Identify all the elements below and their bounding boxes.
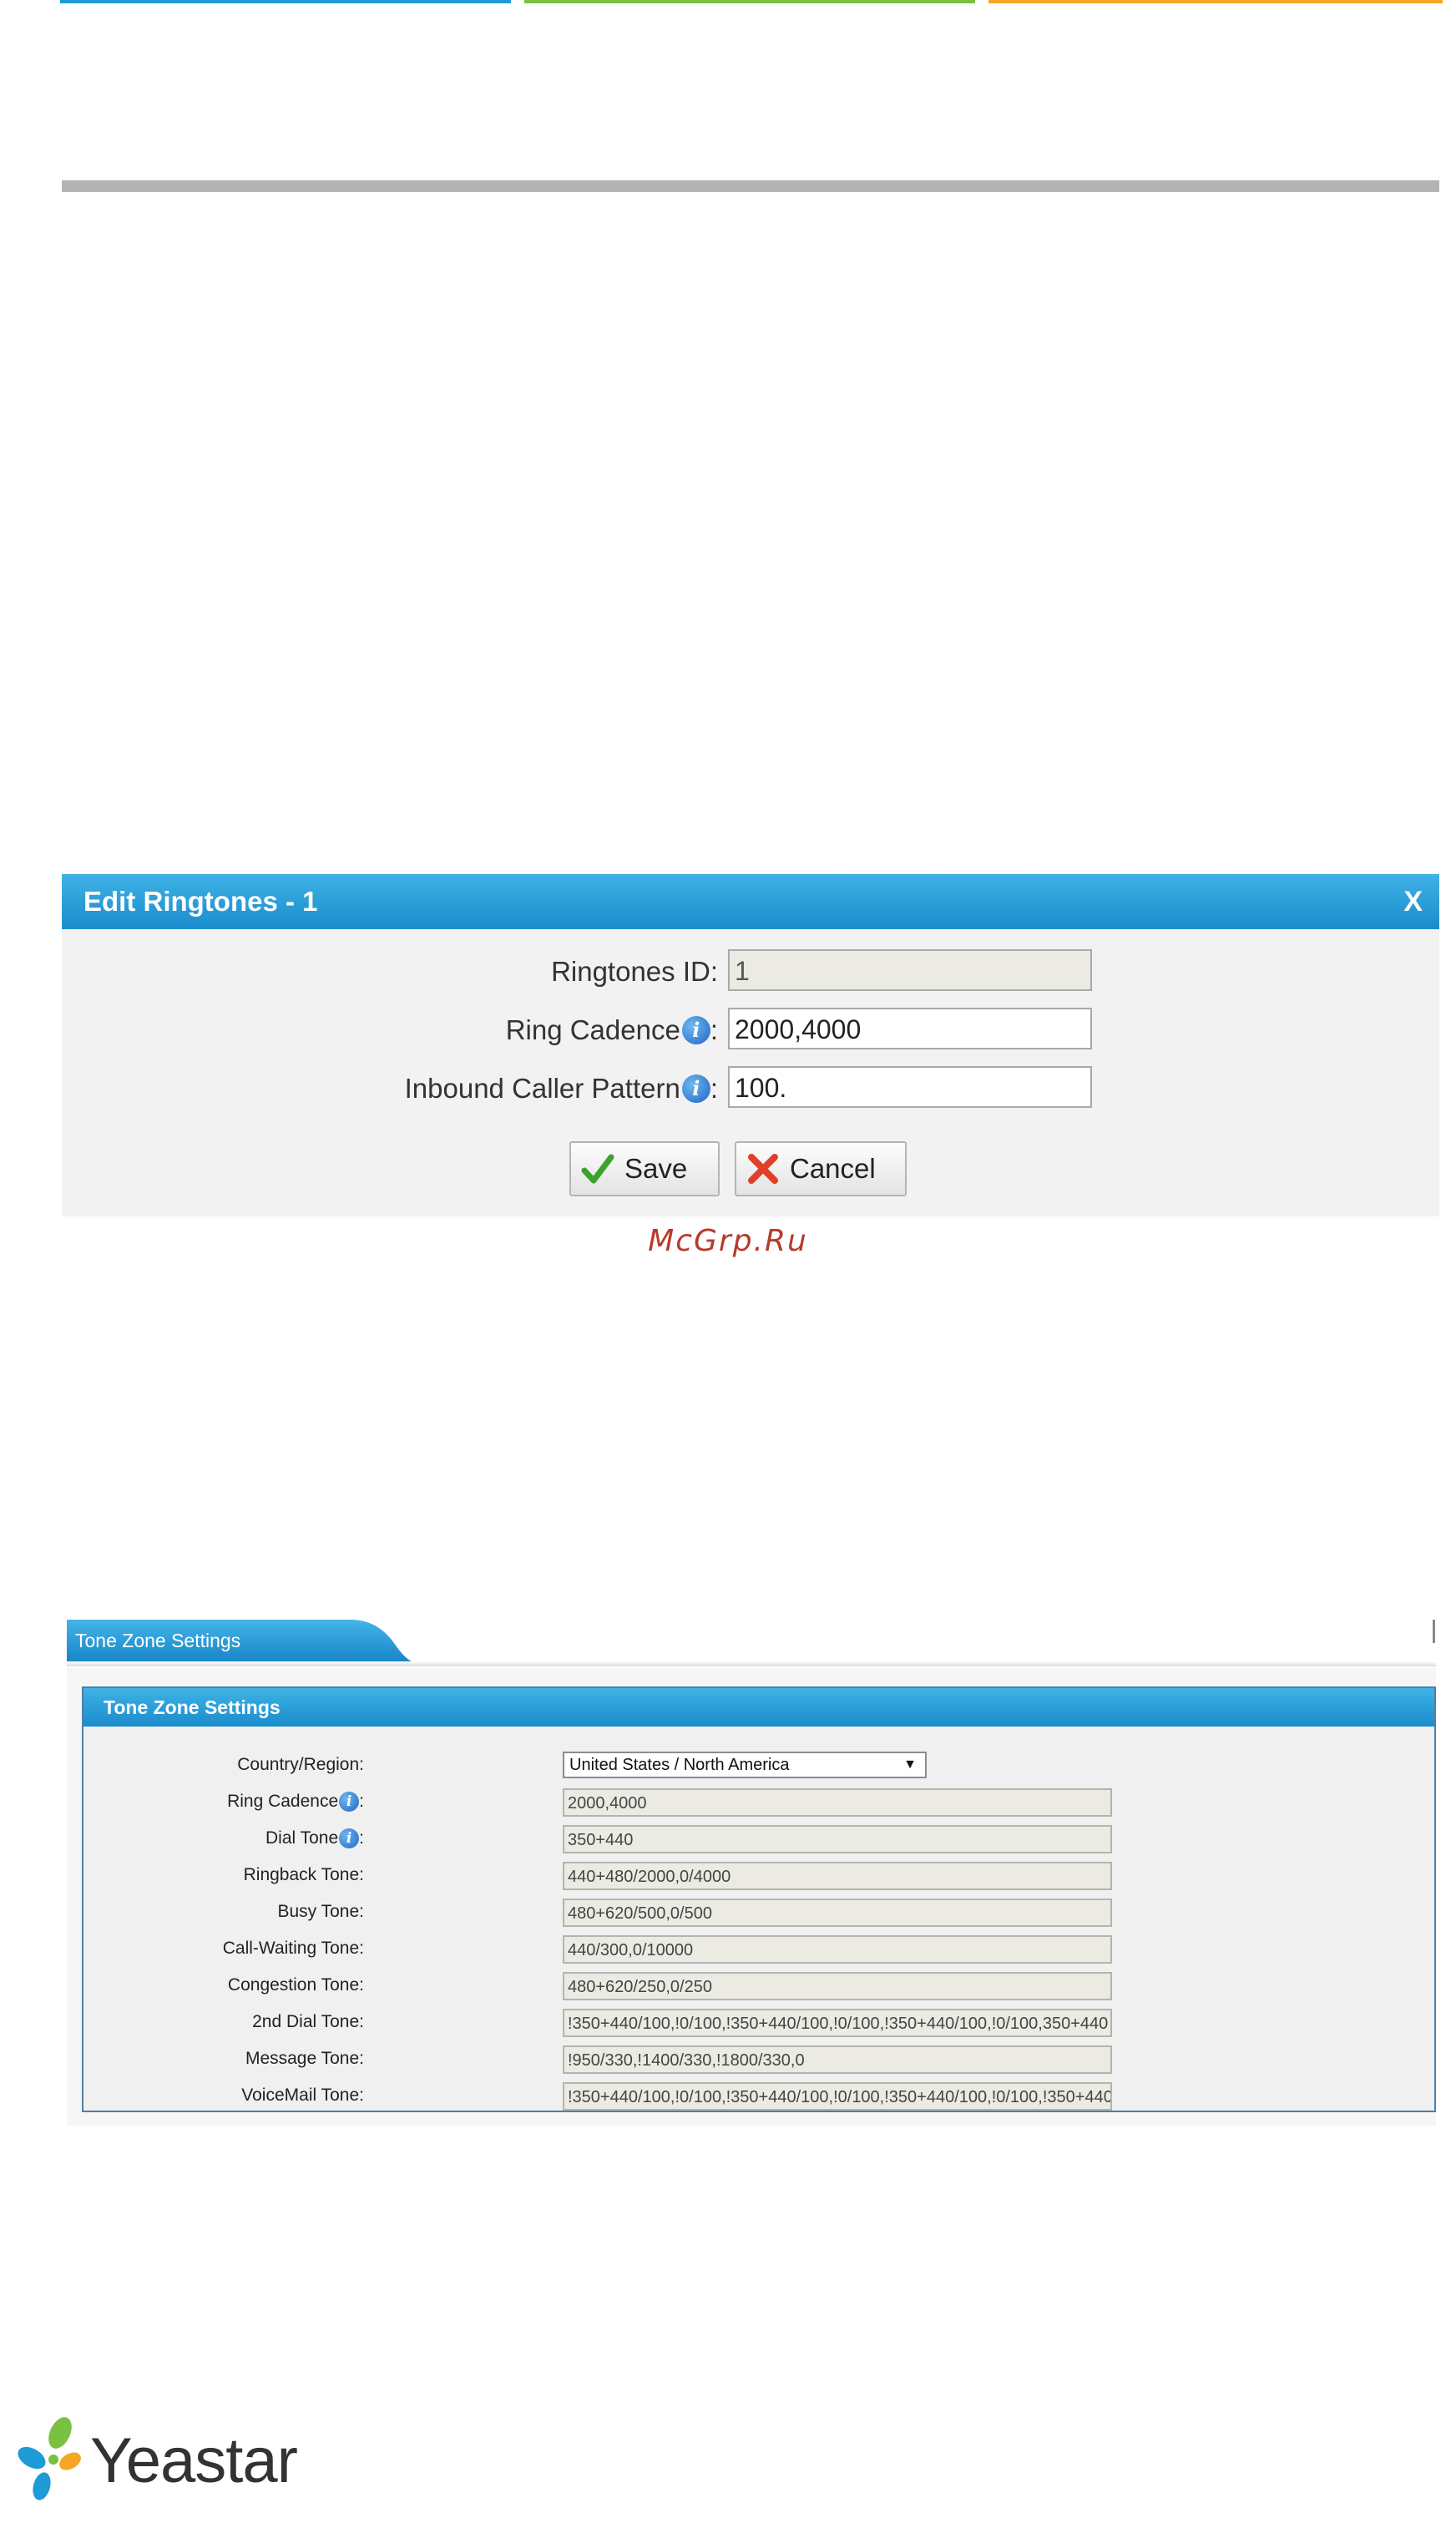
info-icon[interactable]: i <box>339 1828 360 1848</box>
tab-tone-zone-settings[interactable]: Tone Zone Settings <box>67 1620 417 1663</box>
congestion-tone-field[interactable]: 480+620/250,0/250 <box>563 1972 1112 2000</box>
cross-icon <box>745 1150 781 1187</box>
voicemail-tone-field[interactable]: !350+440/100,!0/100,!350+440/100,!0/100,… <box>563 2082 1112 2111</box>
save-button[interactable]: Save <box>569 1141 720 1196</box>
country-region-row: Country/Region: United States / North Am… <box>83 1750 1434 1782</box>
info-icon[interactable]: i <box>681 1016 710 1044</box>
tone-row-2nd-dial-tone: 2nd Dial Tone: !350+440/100,!0/100,!350+… <box>83 2007 1434 2039</box>
busy-tone-field[interactable]: 480+620/500,0/500 <box>563 1899 1112 1927</box>
field-label: Busy Tone: <box>277 1902 364 1921</box>
call-waiting-tone-field[interactable]: 440/300,0/10000 <box>563 1935 1112 1964</box>
watermark: McGrp.Ru <box>648 1224 808 1258</box>
field-label: 2nd Dial Tone: <box>252 2012 364 2031</box>
field-label: Message Tone: <box>245 2049 364 2068</box>
edit-ringtones-dialog: Edit Ringtones - 1 X Ringtones ID: 1 Rin… <box>62 874 1439 1216</box>
field-label: Ring Cadence i : <box>227 1792 364 1812</box>
top-bar-green <box>524 0 975 3</box>
dialog-title: Edit Ringtones - 1 <box>83 886 318 917</box>
ring-cadence-field[interactable]: 2000,4000 <box>563 1788 1112 1817</box>
ring-cadence-row: Ring Cadence i : 2000,4000 <box>62 1006 1439 1051</box>
tone-zone-settings-box: Tone Zone Settings Country/Region: Unite… <box>82 1686 1436 2112</box>
top-bar-orange <box>988 0 1443 3</box>
country-region-label: Country/Region: <box>237 1755 364 1774</box>
tone-row-call-waiting-tone: Call-Waiting Tone: 440/300,0/10000 <box>83 1934 1434 1965</box>
tab-underline <box>67 1661 1436 1666</box>
ringback-tone-field[interactable]: 440+480/2000,0/4000 <box>563 1862 1112 1890</box>
yeastar-logo: Yeastar <box>12 2413 298 2505</box>
field-label: Dial Tone i : <box>265 1828 364 1848</box>
info-icon[interactable]: i <box>681 1074 710 1103</box>
field-label: Congestion Tone: <box>227 1975 364 1995</box>
tab-label: Tone Zone Settings <box>75 1630 241 1651</box>
tone-row-busy-tone: Busy Tone: 480+620/500,0/500 <box>83 1897 1434 1929</box>
ringtones-id-row: Ringtones ID: 1 <box>62 948 1439 993</box>
inbound-caller-pattern-label: Inbound Caller Pattern i : <box>404 1073 718 1104</box>
logo-text: Yeastar <box>90 2425 298 2496</box>
dial-tone-field[interactable]: 350+440 <box>563 1825 1112 1853</box>
tone-row-ring-cadence: Ring Cadence i : 2000,4000 <box>83 1787 1434 1818</box>
cancel-label: Cancel <box>790 1153 876 1184</box>
field-label: Call-Waiting Tone: <box>222 1939 364 1958</box>
save-label: Save <box>624 1153 688 1184</box>
ring-cadence-input[interactable]: 2000,4000 <box>728 1008 1092 1049</box>
field-label: Ringback Tone: <box>243 1865 364 1884</box>
info-icon[interactable]: i <box>339 1792 360 1812</box>
tone-row-dial-tone: Dial Tone i : 350+440 <box>83 1823 1434 1855</box>
tone-row-ringback-tone: Ringback Tone: 440+480/2000,0/4000 <box>83 1860 1434 1892</box>
text-cursor <box>1433 1620 1435 1643</box>
top-bar-blue <box>60 0 511 3</box>
cancel-button[interactable]: Cancel <box>735 1141 907 1196</box>
inbound-caller-pattern-input[interactable]: 100. <box>728 1066 1092 1108</box>
ringtones-id-label: Ringtones ID: <box>551 956 718 987</box>
message-tone-field[interactable]: !950/330,!1400/330,!1800/330,0 <box>563 2045 1112 2074</box>
field-label: VoiceMail Tone: <box>241 2086 364 2105</box>
tone-row-message-tone: Message Tone: !950/330,!1400/330,!1800/3… <box>83 2044 1434 2076</box>
country-region-select[interactable]: United States / North America ▼ <box>563 1752 927 1778</box>
tone-row-voicemail-tone: VoiceMail Tone: !350+440/100,!0/100,!350… <box>83 2081 1434 2112</box>
logo-mark-icon <box>18 2417 81 2500</box>
section-divider <box>62 180 1439 192</box>
dialog-header: Edit Ringtones - 1 X <box>62 874 1439 929</box>
tone-row-congestion-tone: Congestion Tone: 480+620/250,0/250 <box>83 1970 1434 2002</box>
inbound-caller-pattern-row: Inbound Caller Pattern i : 100. <box>62 1064 1439 1110</box>
section-title: Tone Zone Settings <box>104 1696 281 1718</box>
close-button[interactable]: X <box>1403 886 1423 918</box>
checkmark-icon <box>579 1150 616 1187</box>
2nd-dial-tone-field[interactable]: !350+440/100,!0/100,!350+440/100,!0/100,… <box>563 2009 1112 2037</box>
ringtones-id-field[interactable]: 1 <box>728 949 1092 991</box>
dropdown-arrow-icon: ▼ <box>903 1757 917 1772</box>
section-header: Tone Zone Settings <box>83 1688 1434 1727</box>
ring-cadence-label: Ring Cadence i : <box>505 1014 718 1045</box>
